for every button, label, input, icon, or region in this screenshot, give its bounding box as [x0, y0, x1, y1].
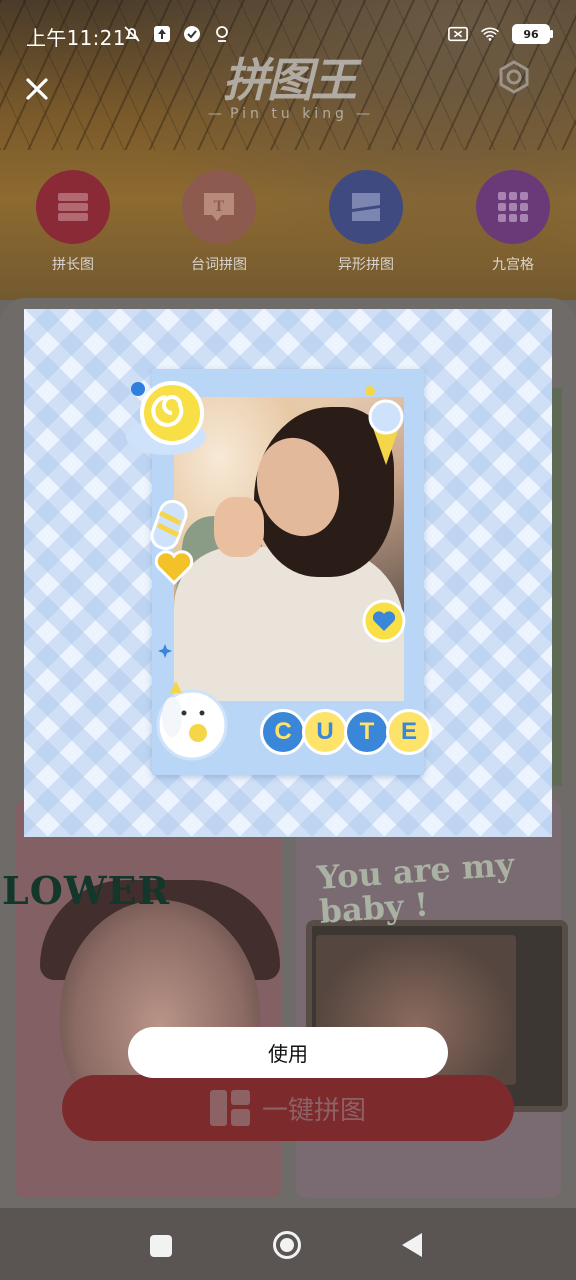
- caption-bubble-icon: T: [204, 193, 234, 221]
- category-icon-circle: [36, 170, 110, 244]
- system-nav-bar: [0, 1208, 576, 1280]
- category-nine-grid[interactable]: 九宫格: [458, 170, 568, 274]
- category-icon-circle: [476, 170, 550, 244]
- sim-disabled-icon: [448, 24, 468, 44]
- category-long-image[interactable]: 拼长图: [18, 170, 128, 274]
- status-icons-left: [122, 24, 232, 44]
- sparkle-sticker: [158, 643, 172, 658]
- heart-sticker: [154, 549, 194, 586]
- check-circle-icon: [182, 24, 202, 44]
- cute-letter: E: [386, 709, 432, 755]
- cute-letter: U: [302, 709, 348, 755]
- cute-letter: C: [260, 709, 306, 755]
- logo-title: 拼图王: [223, 53, 357, 107]
- home-icon[interactable]: [272, 1230, 302, 1260]
- close-button[interactable]: [22, 74, 52, 104]
- shaped-collage-icon: [352, 193, 380, 221]
- use-template-button[interactable]: 使用: [128, 1027, 448, 1078]
- gear-icon: [499, 60, 529, 94]
- category-label: 异形拼图: [338, 257, 394, 273]
- template-preview: C U T E: [24, 309, 552, 837]
- cute-sticker: C U T E: [260, 709, 432, 755]
- category-row: 拼长图 T 台词拼图 异形拼图 九宫格: [0, 170, 576, 280]
- app-logo: 拼图王 Pin tu king: [196, 54, 382, 128]
- blue-heart-sticker: [362, 599, 406, 643]
- category-shaped-collage[interactable]: 异形拼图: [311, 170, 421, 274]
- recent-apps-icon[interactable]: [150, 1235, 172, 1257]
- battery-indicator: 96: [512, 24, 553, 44]
- close-icon: [26, 78, 48, 100]
- grid-icon: [498, 192, 528, 222]
- category-label: 拼长图: [52, 257, 94, 273]
- category-icon-circle: T: [182, 170, 256, 244]
- layout-icon: [209, 1090, 250, 1126]
- template-flower-text: LOWER: [2, 868, 171, 913]
- category-caption-collage[interactable]: T 台词拼图: [164, 170, 274, 274]
- category-label: 九宫格: [492, 257, 534, 273]
- screen: 上午11:21 96 拼图王 — Pin tu king — 拼长图 T 台词拼…: [0, 0, 576, 1280]
- mute-notification-icon: [122, 24, 142, 44]
- category-label: 台词拼图: [191, 257, 247, 273]
- back-icon[interactable]: [400, 1232, 424, 1258]
- puppy-sticker: [154, 667, 230, 763]
- long-image-icon: [58, 193, 88, 221]
- settings-button[interactable]: [494, 58, 534, 98]
- status-icons-right: 96: [448, 24, 553, 44]
- one-click-collage-button[interactable]: 一键拼图: [62, 1075, 514, 1141]
- lollipop-sticker: [124, 379, 208, 463]
- logo-subtitle: Pin tu king: [196, 106, 382, 122]
- cute-letter: T: [344, 709, 390, 755]
- wifi-icon: [480, 24, 500, 44]
- one-click-collage-label: 一键拼图: [261, 1095, 366, 1126]
- category-icon-circle: [329, 170, 403, 244]
- upload-icon: [152, 24, 172, 44]
- location-icon: [212, 24, 232, 44]
- use-template-label: 使用: [268, 1042, 308, 1066]
- svg-text:T: T: [214, 198, 225, 215]
- status-time: 上午11:21: [26, 26, 126, 50]
- ice-cream-sticker: [362, 385, 412, 475]
